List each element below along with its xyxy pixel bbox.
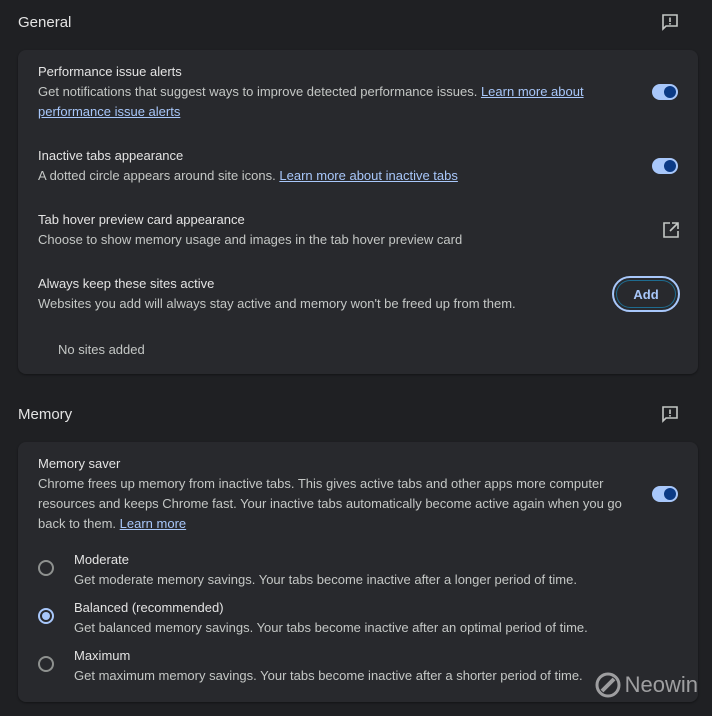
general-card: Performance issue alerts Get notificatio… [18, 50, 698, 374]
radio-balanced-desc: Get balanced memory savings. Your tabs b… [74, 620, 588, 635]
radio-option-balanced[interactable]: Balanced (recommended) Get balanced memo… [38, 600, 678, 644]
keep-active-row: Always keep these sites active Websites … [38, 274, 678, 314]
add-site-button[interactable]: Add [612, 276, 680, 312]
inactive-tabs-toggle[interactable] [652, 158, 678, 174]
performance-alerts-row: Performance issue alerts Get notificatio… [38, 62, 678, 122]
performance-alerts-toggle[interactable] [652, 84, 678, 100]
memory-saver-row: Memory saver Chrome frees up memory from… [38, 454, 678, 534]
memory-section-title: Memory [18, 405, 73, 423]
neowin-logo-icon [595, 672, 621, 698]
memory-card: Memory saver Chrome frees up memory from… [18, 442, 698, 702]
radio-balanced[interactable] [38, 608, 54, 624]
radio-moderate[interactable] [38, 560, 54, 576]
radio-moderate-desc: Get moderate memory savings. Your tabs b… [74, 572, 577, 587]
general-section-header: General [18, 12, 698, 32]
inactive-tabs-row: Inactive tabs appearance A dotted circle… [38, 146, 678, 186]
radio-maximum-desc: Get maximum memory savings. Your tabs be… [74, 668, 583, 683]
inactive-tabs-title: Inactive tabs appearance [38, 148, 184, 163]
general-section-title: General [18, 13, 72, 31]
feedback-icon[interactable] [660, 12, 680, 32]
radio-balanced-label: Balanced (recommended) [74, 600, 224, 615]
keep-active-title: Always keep these sites active [38, 276, 215, 291]
no-sites-added-text: No sites added [58, 342, 145, 357]
inactive-tabs-learn-more-link[interactable]: Learn more about inactive tabs [279, 168, 458, 183]
memory-saver-toggle[interactable] [652, 486, 678, 502]
watermark-text: Neowin [624, 672, 698, 697]
hover-card-row[interactable]: Tab hover preview card appearance Choose… [38, 210, 678, 250]
hover-card-desc: Choose to show memory usage and images i… [38, 232, 463, 247]
memory-saver-desc: Chrome frees up memory from inactive tab… [38, 476, 622, 531]
radio-maximum-label: Maximum [74, 648, 131, 663]
memory-saver-learn-more-link[interactable]: Learn more [120, 516, 186, 531]
radio-option-moderate[interactable]: Moderate Get moderate memory savings. Yo… [38, 552, 678, 596]
inactive-tabs-desc: A dotted circle appears around site icon… [38, 168, 458, 183]
feedback-icon[interactable] [660, 404, 680, 424]
memory-section-header: Memory [18, 404, 698, 424]
hover-card-title: Tab hover preview card appearance [38, 212, 245, 227]
performance-alerts-title: Performance issue alerts [38, 64, 182, 79]
neowin-watermark: Neowin [595, 672, 698, 698]
keep-active-desc: Websites you add will always stay active… [38, 296, 516, 311]
radio-maximum[interactable] [38, 656, 54, 672]
performance-alerts-desc: Get notifications that suggest ways to i… [38, 84, 584, 119]
radio-moderate-label: Moderate [74, 552, 129, 567]
radio-option-maximum[interactable]: Maximum Get maximum memory savings. Your… [38, 648, 678, 692]
memory-saver-title: Memory saver [38, 456, 121, 471]
open-in-new-icon[interactable] [662, 221, 680, 239]
